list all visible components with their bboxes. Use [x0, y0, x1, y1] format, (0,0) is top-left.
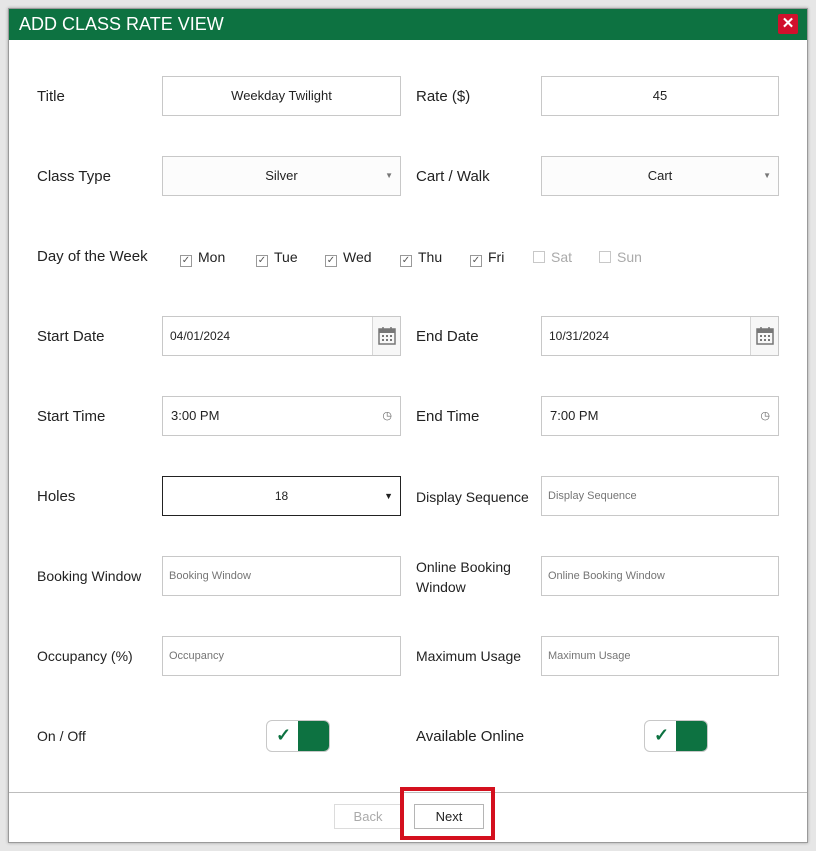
holes-select[interactable]: 18 ▼: [162, 476, 401, 516]
start-date-input[interactable]: 04/01/2024: [162, 316, 401, 356]
class-type-label: Class Type: [37, 168, 111, 185]
chevron-down-icon: ▼: [384, 491, 393, 501]
toggle-knob: [676, 721, 707, 751]
back-button[interactable]: Back: [334, 804, 402, 829]
day-label: Sat: [551, 249, 573, 265]
rate-input[interactable]: 45: [541, 76, 779, 116]
class-type-select[interactable]: Silver ▼: [162, 156, 401, 196]
dialog-title: ADD CLASS RATE VIEW: [19, 14, 224, 34]
class-type-value: Silver: [265, 168, 298, 183]
end-date-input[interactable]: 10/31/2024: [541, 316, 779, 356]
day-checkbox-sun: Sun: [599, 249, 642, 265]
day-label: Thu: [418, 249, 443, 265]
start-time-value: 3:00 PM: [171, 408, 220, 423]
booking-window-label: Booking Window: [37, 568, 142, 584]
online-booking-window-input[interactable]: [541, 556, 779, 596]
checkbox-checked-icon: ✓: [325, 255, 337, 267]
checkbox-checked-icon: ✓: [180, 255, 192, 267]
day-of-week-label: Day of the Week: [37, 248, 148, 265]
add-class-rate-dialog: ADD CLASS RATE VIEW ✕ Title Weekday Twil…: [8, 8, 808, 843]
start-date-value: 04/01/2024: [170, 329, 231, 343]
title-value: Weekday Twilight: [231, 88, 332, 103]
booking-window-input[interactable]: [162, 556, 401, 596]
maximum-usage-input[interactable]: [541, 636, 779, 676]
title-input[interactable]: Weekday Twilight: [162, 76, 401, 116]
chevron-down-icon: ▼: [763, 171, 771, 180]
display-sequence-input[interactable]: [541, 476, 779, 516]
next-button-highlight: [400, 787, 495, 840]
holes-label: Holes: [37, 488, 76, 505]
end-date-label: End Date: [416, 328, 479, 345]
checkbox-checked-icon: ✓: [470, 255, 482, 267]
holes-value: 18: [274, 489, 289, 503]
rate-label: Rate ($): [416, 88, 471, 105]
day-label: Mon: [198, 249, 226, 265]
day-checkbox-fri[interactable]: ✓ Fri: [470, 249, 504, 267]
dialog-title-bar: ADD CLASS RATE VIEW ✕: [9, 9, 807, 40]
day-label: Fri: [488, 249, 505, 265]
end-date-value: 10/31/2024: [549, 329, 610, 343]
occupancy-input[interactable]: [162, 636, 401, 676]
checkbox-checked-icon: ✓: [256, 255, 268, 267]
day-label: Wed: [343, 249, 372, 265]
cart-walk-value: Cart: [647, 168, 673, 183]
day-checkbox-tue[interactable]: ✓ Tue: [256, 249, 298, 267]
checkbox-empty-icon: [599, 251, 611, 263]
end-time-input[interactable]: 7:00 PM ◷: [541, 396, 779, 436]
day-checkbox-sat: Sat: [533, 249, 572, 265]
checkbox-empty-icon: [533, 251, 545, 263]
occupancy-label: Occupancy (%): [37, 648, 133, 664]
day-checkbox-wed[interactable]: ✓ Wed: [325, 249, 372, 267]
cart-walk-select[interactable]: Cart ▼: [541, 156, 779, 196]
available-online-label: Available Online: [416, 728, 525, 745]
checkbox-checked-icon: ✓: [400, 255, 412, 267]
day-label: Tue: [274, 249, 298, 265]
cart-walk-label: Cart / Walk: [416, 168, 490, 185]
online-booking-window-label: Online Booking Window: [416, 559, 511, 595]
start-time-input[interactable]: 3:00 PM ◷: [162, 396, 401, 436]
available-online-toggle[interactable]: ✓: [644, 720, 708, 752]
start-date-label: Start Date: [37, 328, 105, 345]
end-time-label: End Time: [416, 408, 480, 425]
clock-icon[interactable]: ◷: [382, 397, 392, 435]
day-checkbox-thu[interactable]: ✓ Thu: [400, 249, 442, 267]
calendar-icon[interactable]: [750, 317, 778, 355]
close-icon[interactable]: ✕: [778, 14, 798, 34]
chevron-down-icon: ▼: [385, 171, 393, 180]
day-checkbox-mon[interactable]: ✓ Mon: [180, 249, 225, 267]
on-off-toggle[interactable]: ✓: [266, 720, 330, 752]
checkmark-icon: ✓: [654, 725, 670, 745]
display-sequence-label: Display Sequence: [416, 489, 529, 505]
rate-value: 45: [652, 88, 668, 103]
toggle-knob: [298, 721, 329, 751]
on-off-label: On / Off: [37, 728, 86, 744]
day-label: Sun: [617, 249, 642, 265]
maximum-usage-label: Maximum Usage: [416, 648, 522, 664]
start-time-label: Start Time: [37, 408, 106, 425]
title-label: Title: [37, 88, 65, 105]
calendar-icon[interactable]: [372, 317, 400, 355]
end-time-value: 7:00 PM: [550, 408, 599, 423]
clock-icon[interactable]: ◷: [760, 397, 770, 435]
checkmark-icon: ✓: [276, 725, 292, 745]
